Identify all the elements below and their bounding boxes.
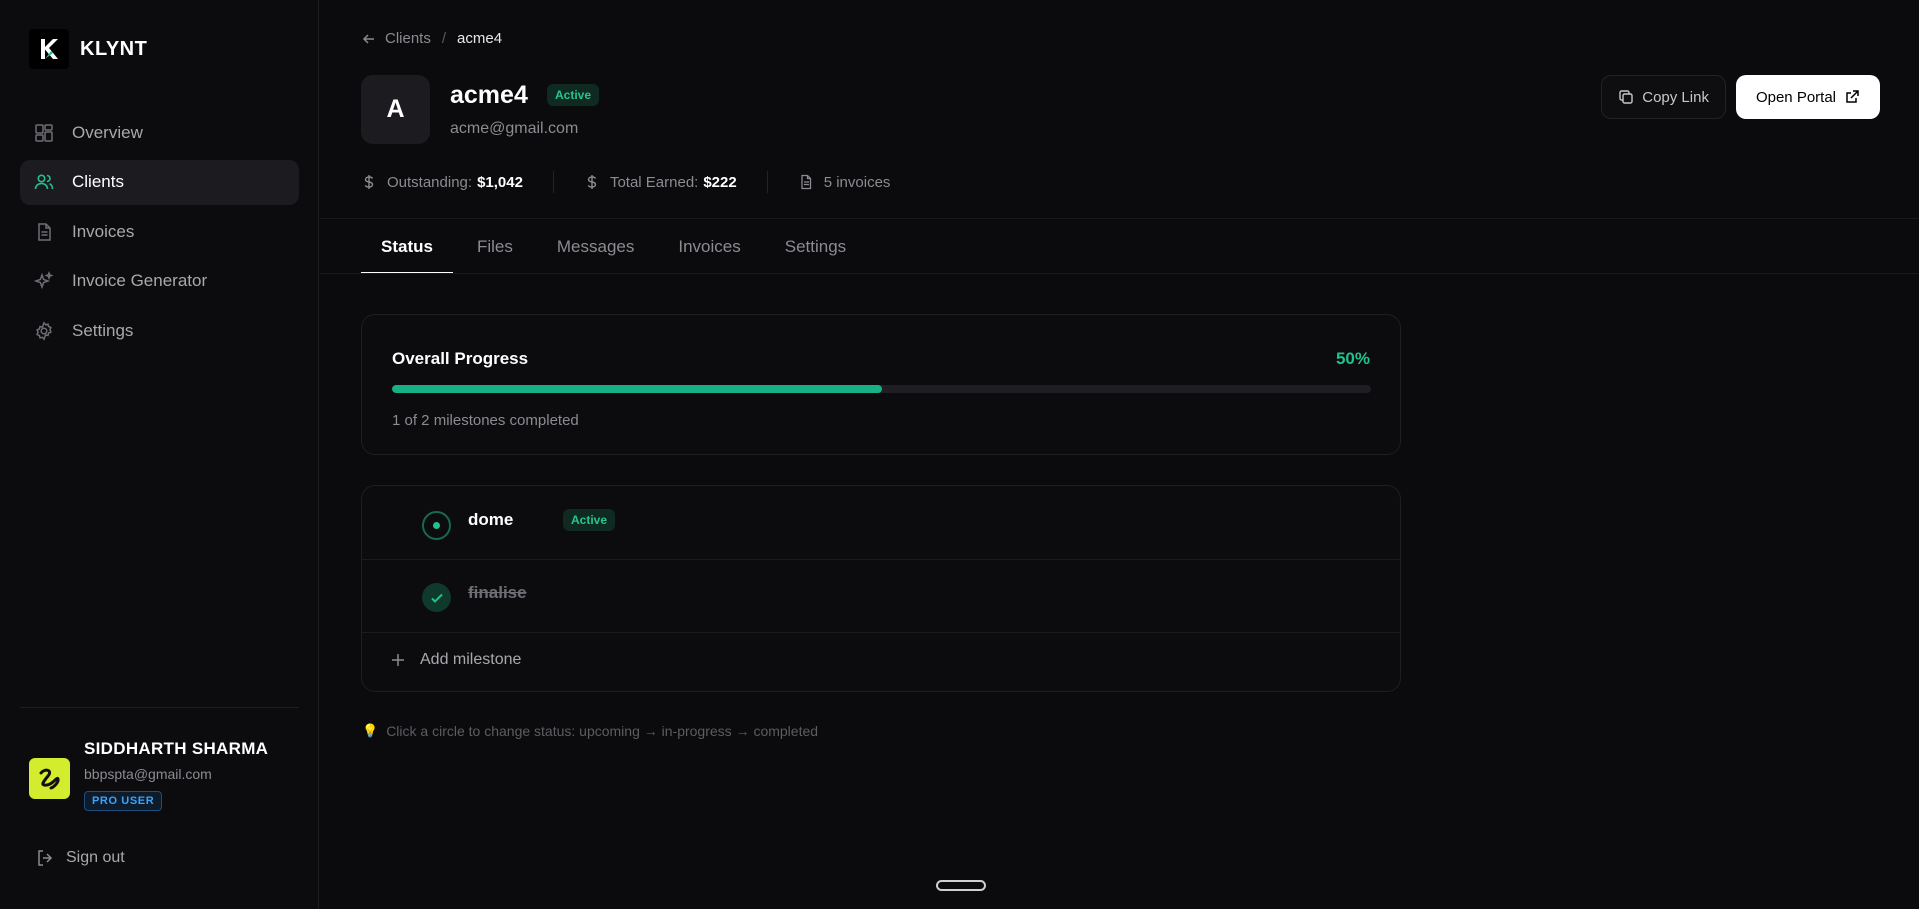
sidebar-item-invoices[interactable]: Invoices: [20, 209, 299, 254]
milestone-title: dome: [468, 510, 514, 529]
sidebar: KLYNT Overview Clients Invoices Invoice …: [0, 0, 319, 909]
sign-out-label: Sign out: [66, 849, 125, 866]
progress-bar: [392, 385, 1371, 393]
plus-icon: [390, 652, 406, 668]
total-earned-stat: Total Earned: $222: [584, 174, 737, 191]
breadcrumb-separator: /: [441, 30, 447, 47]
add-milestone-label: Add milestone: [420, 651, 522, 668]
milestone-item: dome Active: [362, 486, 1400, 560]
client-email: acme@gmail.com: [450, 120, 579, 137]
sidebar-item-clients[interactable]: Clients: [20, 159, 299, 205]
breadcrumb-clients-link[interactable]: Clients: [385, 30, 431, 47]
copy-link-label: Copy Link: [1642, 88, 1709, 106]
lightbulb-icon: 💡: [362, 723, 379, 738]
dollar-icon: [361, 174, 377, 190]
status-hint: 💡 Click a circle to change status: upcom…: [362, 723, 818, 739]
breadcrumb: Clients / acme4: [361, 30, 502, 47]
progress-title: Overall Progress: [392, 349, 529, 368]
sidebar-divider: [20, 707, 299, 708]
stat-divider: [766, 171, 768, 193]
sidebar-item-label: Overview: [72, 122, 143, 142]
client-avatar: A: [361, 75, 430, 144]
invoices-stat: 5 invoices: [798, 173, 891, 191]
sidebar-item-label: Clients: [72, 172, 124, 191]
outstanding-stat: Outstanding: $1,042: [361, 174, 523, 191]
grid-icon: [34, 123, 54, 143]
tabs-divider: [320, 273, 1919, 274]
sidebar-item-settings[interactable]: Settings: [20, 308, 299, 353]
total-earned-label: Total Earned:: [609, 173, 699, 191]
tab-settings[interactable]: Settings: [765, 219, 866, 274]
progress-summary: 1 of 2 milestones completed: [392, 412, 579, 429]
external-link-icon: [1844, 89, 1860, 105]
in-progress-circle-icon[interactable]: [422, 511, 451, 540]
pro-user-badge: PRO USER: [84, 791, 163, 811]
progress-card: Overall Progress 50% 1 of 2 milestones c…: [361, 314, 1401, 455]
dollar-icon: [584, 174, 600, 190]
hint-text: Click a circle to change status: upcomin…: [386, 723, 819, 739]
client-name: acme4: [450, 81, 528, 109]
client-status-badge: Active: [547, 84, 600, 106]
open-portal-label: Open Portal: [1755, 88, 1836, 106]
stat-divider: [552, 171, 554, 193]
progress-bar-fill: [392, 385, 882, 393]
arrow-left-icon[interactable]: [361, 31, 377, 47]
document-icon: [34, 222, 54, 242]
milestone-active-badge: Active: [563, 509, 616, 531]
total-earned-value: $222: [703, 173, 737, 191]
brand-name: KLYNT: [80, 37, 148, 60]
sidebar-item-label: Invoice Generator: [72, 271, 208, 290]
sidebar-item-invoice-generator[interactable]: Invoice Generator: [20, 259, 299, 304]
brand[interactable]: KLYNT: [29, 29, 147, 69]
users-icon: [34, 172, 54, 192]
klynt-logo-icon: [29, 29, 69, 69]
main-content: Clients / acme4 A acme4 Active acme@gmai…: [320, 0, 1919, 909]
tab-messages[interactable]: Messages: [537, 219, 654, 274]
sign-out-icon: [36, 849, 54, 867]
breadcrumb-current: acme4: [457, 30, 503, 47]
add-milestone-row: Add milestone: [362, 633, 1400, 692]
sidebar-item-label: Settings: [72, 320, 134, 340]
sidebar-item-label: Invoices: [72, 221, 135, 241]
sidebar-item-overview[interactable]: Overview: [20, 110, 299, 155]
sparkles-icon: [34, 271, 54, 291]
milestone-item: finalise: [362, 560, 1400, 633]
client-tabs: Status Files Messages Invoices Settings: [361, 219, 870, 274]
client-stats: Outstanding: $1,042 Total Earned: $222 5…: [361, 171, 890, 193]
header-actions: Copy Link Open Portal: [1601, 75, 1880, 119]
open-portal-button[interactable]: Open Portal: [1735, 75, 1880, 119]
add-milestone-button[interactable]: Add milestone: [390, 651, 521, 669]
sidebar-nav: Overview Clients Invoices Invoice Genera…: [20, 110, 299, 358]
milestone-title: finalise: [468, 583, 527, 602]
user-email: bbpspta@gmail.com: [84, 766, 212, 782]
gear-icon: [34, 320, 54, 341]
outstanding-label: Outstanding:: [387, 173, 473, 191]
milestones-list: dome Active finalise Add milestone: [361, 485, 1401, 692]
outstanding-value: $1,042: [477, 173, 523, 191]
scroll-handle[interactable]: [936, 880, 986, 891]
user-profile[interactable]: SIDDHARTH SHARMA bbpspta@gmail.com PRO U…: [29, 739, 268, 811]
tab-files[interactable]: Files: [457, 219, 533, 274]
tab-status[interactable]: Status: [361, 219, 453, 274]
avatar: [29, 758, 70, 799]
check-circle-icon[interactable]: [422, 583, 451, 612]
progress-percent: 50%: [1335, 349, 1370, 368]
copy-link-button[interactable]: Copy Link: [1601, 75, 1726, 119]
tab-invoices[interactable]: Invoices: [658, 219, 760, 274]
document-icon: [798, 174, 814, 190]
sign-out-button[interactable]: Sign out: [36, 849, 125, 867]
invoices-count: 5 invoices: [823, 173, 891, 191]
copy-icon: [1618, 89, 1634, 105]
user-name: SIDDHARTH SHARMA: [84, 739, 269, 758]
